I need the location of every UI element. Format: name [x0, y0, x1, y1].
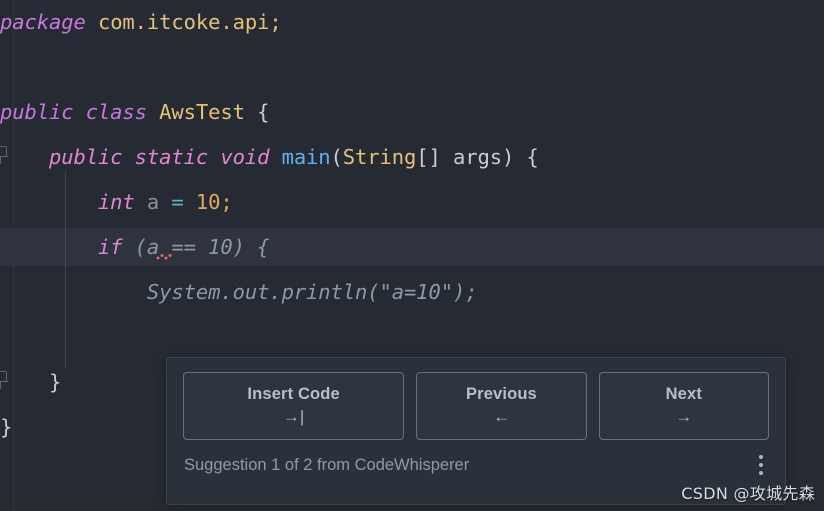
code-token: String	[342, 145, 417, 169]
code-token: }	[0, 370, 62, 394]
code-line-if[interactable]: if (a == 10) {	[0, 225, 270, 270]
more-dot	[758, 462, 764, 468]
more-vertical-icon[interactable]	[751, 452, 771, 478]
popup-status-row: Suggestion 1 of 2 from CodeWhisperer	[167, 440, 785, 478]
code-token: if	[0, 235, 123, 259]
code-token: ;	[220, 190, 233, 214]
code-token: (	[330, 145, 343, 169]
previous-label: Previous	[465, 385, 537, 403]
next-suggestion-button[interactable]: Next →	[598, 372, 769, 440]
code-line-int-a[interactable]: int a = 10;	[0, 180, 233, 225]
insert-code-label: Insert Code	[247, 385, 340, 403]
code-token: (a == 10) {	[122, 235, 270, 259]
code-token: 10	[195, 190, 221, 214]
code-token: =	[171, 190, 184, 214]
error-squiggle	[156, 254, 172, 260]
code-token: AwsTest	[159, 100, 245, 124]
arrow-left-key-icon: ←	[492, 407, 510, 426]
code-token: a	[134, 190, 172, 214]
code-token: {	[244, 100, 270, 124]
code-token: [] args) {	[416, 145, 539, 169]
code-token: package	[0, 10, 86, 34]
next-label: Next	[665, 385, 702, 403]
code-line-close-outer[interactable]: }	[0, 405, 12, 450]
code-token: int	[0, 190, 135, 214]
code-line-main[interactable]: public static void main(String[] args) {	[0, 135, 539, 180]
code-line-class[interactable]: public class AwsTest {	[0, 90, 269, 135]
csdn-watermark: CSDN @攻城先森	[681, 484, 815, 503]
more-dot	[758, 470, 764, 475]
code-token: public static void	[0, 145, 282, 169]
previous-suggestion-button[interactable]: Previous ←	[416, 372, 587, 440]
code-line-println[interactable]: System.out.println("a=10");	[0, 270, 478, 315]
suggestion-status-text: Suggestion 1 of 2 from CodeWhisperer	[184, 455, 470, 474]
code-token: com.itcoke.api;	[97, 10, 282, 34]
popup-action-buttons: Insert Code →| Previous ← Next →	[167, 358, 785, 440]
code-token: System.out.println("a=10");	[0, 280, 478, 304]
arrow-right-key-icon: →	[675, 407, 693, 426]
code-line-close-inner[interactable]: }	[0, 360, 61, 405]
code-line-package[interactable]: package com.itcoke.api;	[0, 0, 282, 45]
code-token: public class	[0, 100, 160, 124]
insert-code-button[interactable]: Insert Code →|	[183, 372, 405, 440]
code-token: main	[281, 145, 331, 169]
more-dot	[758, 455, 764, 460]
code-token: }	[0, 415, 13, 439]
tab-key-icon: →|	[282, 407, 305, 426]
